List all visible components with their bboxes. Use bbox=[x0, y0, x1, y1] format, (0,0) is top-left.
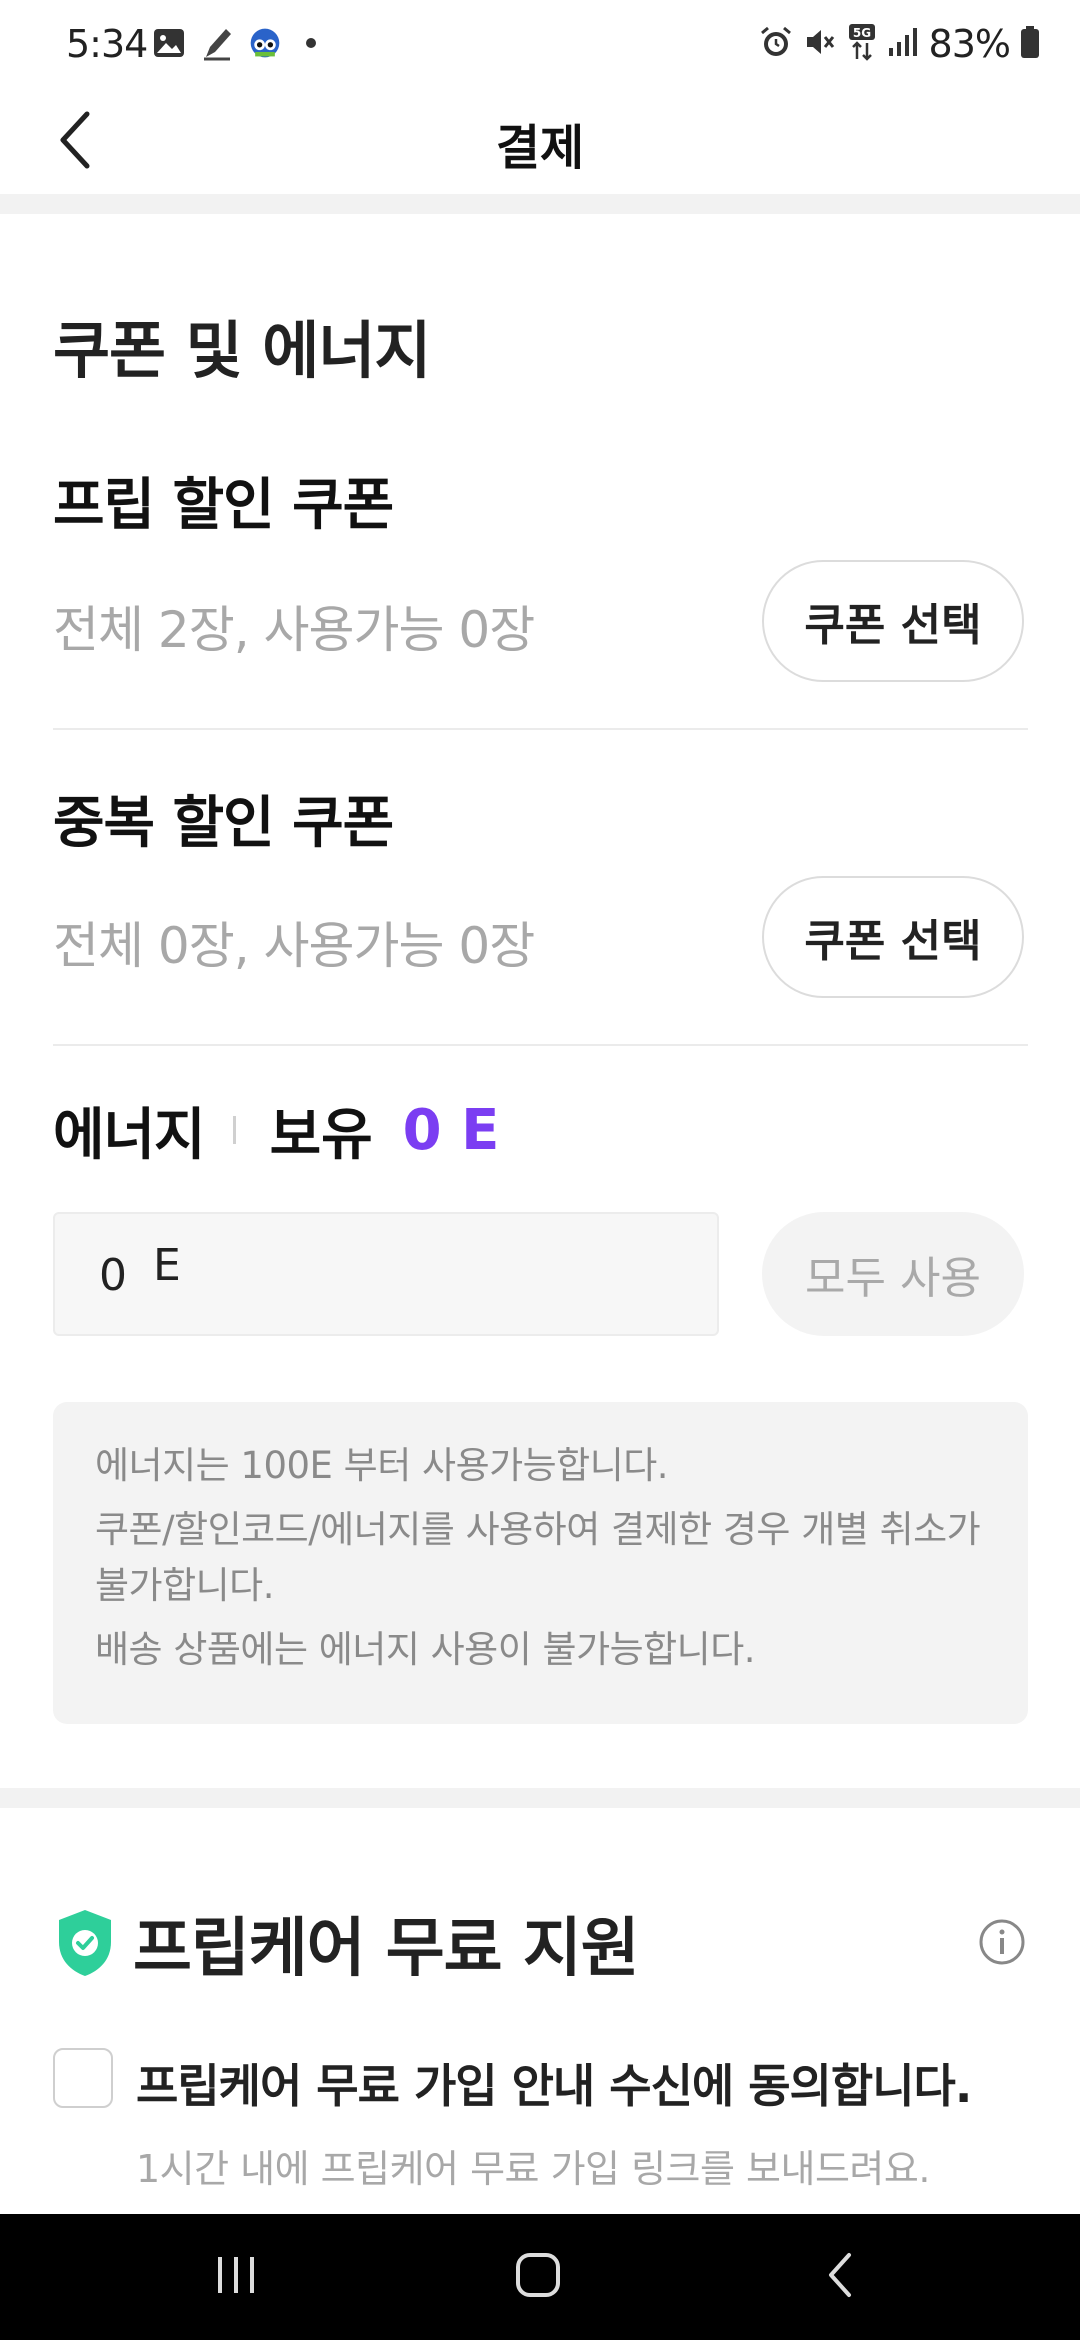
fripcare-title: 프립케어 무료 지원 bbox=[133, 1912, 640, 1986]
divider bbox=[53, 728, 1028, 730]
pen-icon bbox=[200, 26, 234, 61]
fripcare-agree-description: 1시간 내에 프립케어 무료 가입 링크를 보내드려요. bbox=[136, 2147, 930, 2191]
5g-icon: 5G bbox=[847, 23, 877, 65]
recent-apps-icon bbox=[214, 2255, 258, 2299]
fripcare-agree-checkbox[interactable] bbox=[53, 2048, 113, 2108]
notice-line: 에너지는 100E 부터 사용가능합니다. bbox=[95, 1444, 669, 1487]
dup-coupon-title: 중복 할인 쿠폰 bbox=[53, 791, 394, 856]
status-bar: 5:34 5G 83% bbox=[0, 0, 1080, 90]
fripcare-agree-label[interactable]: 프립케어 무료 가입 안내 수신에 동의합니다. bbox=[136, 2050, 972, 2116]
dup-coupon-summary: 전체 0장, 사용가능 0장 bbox=[53, 917, 535, 975]
battery-icon bbox=[1020, 25, 1040, 63]
alarm-icon bbox=[759, 25, 793, 63]
notice-line: 쿠폰/할인코드/에너지를 사용하여 결제한 경우 개별 취소가 불가합니다. bbox=[95, 1508, 981, 1607]
notification-icons bbox=[152, 26, 316, 61]
info-icon[interactable] bbox=[978, 1918, 1026, 1966]
energy-notice-box: 에너지는 100E 부터 사용가능합니다. 쿠폰/할인코드/에너지를 사용하여 … bbox=[53, 1402, 1028, 1724]
energy-label: 에너지 bbox=[53, 1102, 206, 1168]
recent-apps-button[interactable] bbox=[186, 2244, 286, 2310]
fripcare-header: 프립케어 무료 지원 bbox=[55, 1898, 640, 1988]
section-divider bbox=[0, 194, 1080, 214]
separator bbox=[232, 1116, 236, 1144]
coupons-energy-title: 쿠폰 및 에너지 bbox=[53, 314, 431, 387]
home-button[interactable] bbox=[488, 2244, 588, 2310]
battery-percent: 83% bbox=[928, 22, 1011, 66]
app-bar: 결제 bbox=[0, 90, 1080, 194]
divider bbox=[53, 1044, 1028, 1046]
dot-icon bbox=[306, 38, 316, 48]
mute-icon bbox=[803, 25, 837, 63]
notice-line: 배송 상품에는 에너지 사용이 불가능합니다. bbox=[95, 1628, 756, 1671]
owned-energy-value: 0 E bbox=[402, 1097, 500, 1163]
status-time: 5:34 bbox=[66, 22, 148, 66]
svg-text:5G: 5G bbox=[852, 26, 870, 40]
image-icon bbox=[152, 26, 186, 60]
signal-icon bbox=[887, 26, 919, 62]
energy-input-unit: E bbox=[153, 1240, 181, 1291]
section-divider bbox=[0, 1788, 1080, 1808]
frip-coupon-summary: 전체 2장, 사용가능 0장 bbox=[53, 601, 535, 659]
owned-label: 보유 bbox=[269, 1102, 373, 1168]
energy-input-value: 0 bbox=[99, 1250, 127, 1301]
page-title: 결제 bbox=[495, 120, 585, 176]
shield-check-icon bbox=[55, 1908, 115, 1978]
system-nav-bar bbox=[0, 2214, 1080, 2340]
avatar-icon bbox=[248, 26, 282, 60]
use-all-energy-button[interactable]: 모두 사용 bbox=[762, 1212, 1024, 1336]
back-icon bbox=[825, 2251, 855, 2303]
nav-back-button[interactable] bbox=[790, 2244, 890, 2310]
energy-header: 에너지 보유 0 E bbox=[53, 1090, 499, 1170]
frip-coupon-select-button[interactable]: 쿠폰 선택 bbox=[762, 560, 1024, 682]
home-icon bbox=[515, 2252, 561, 2302]
energy-amount-input[interactable]: 0 E bbox=[53, 1212, 719, 1336]
frip-coupon-title: 프립 할인 쿠폰 bbox=[53, 473, 394, 538]
dup-coupon-select-button[interactable]: 쿠폰 선택 bbox=[762, 876, 1024, 998]
system-status-icons: 5G 83% bbox=[759, 22, 1040, 66]
